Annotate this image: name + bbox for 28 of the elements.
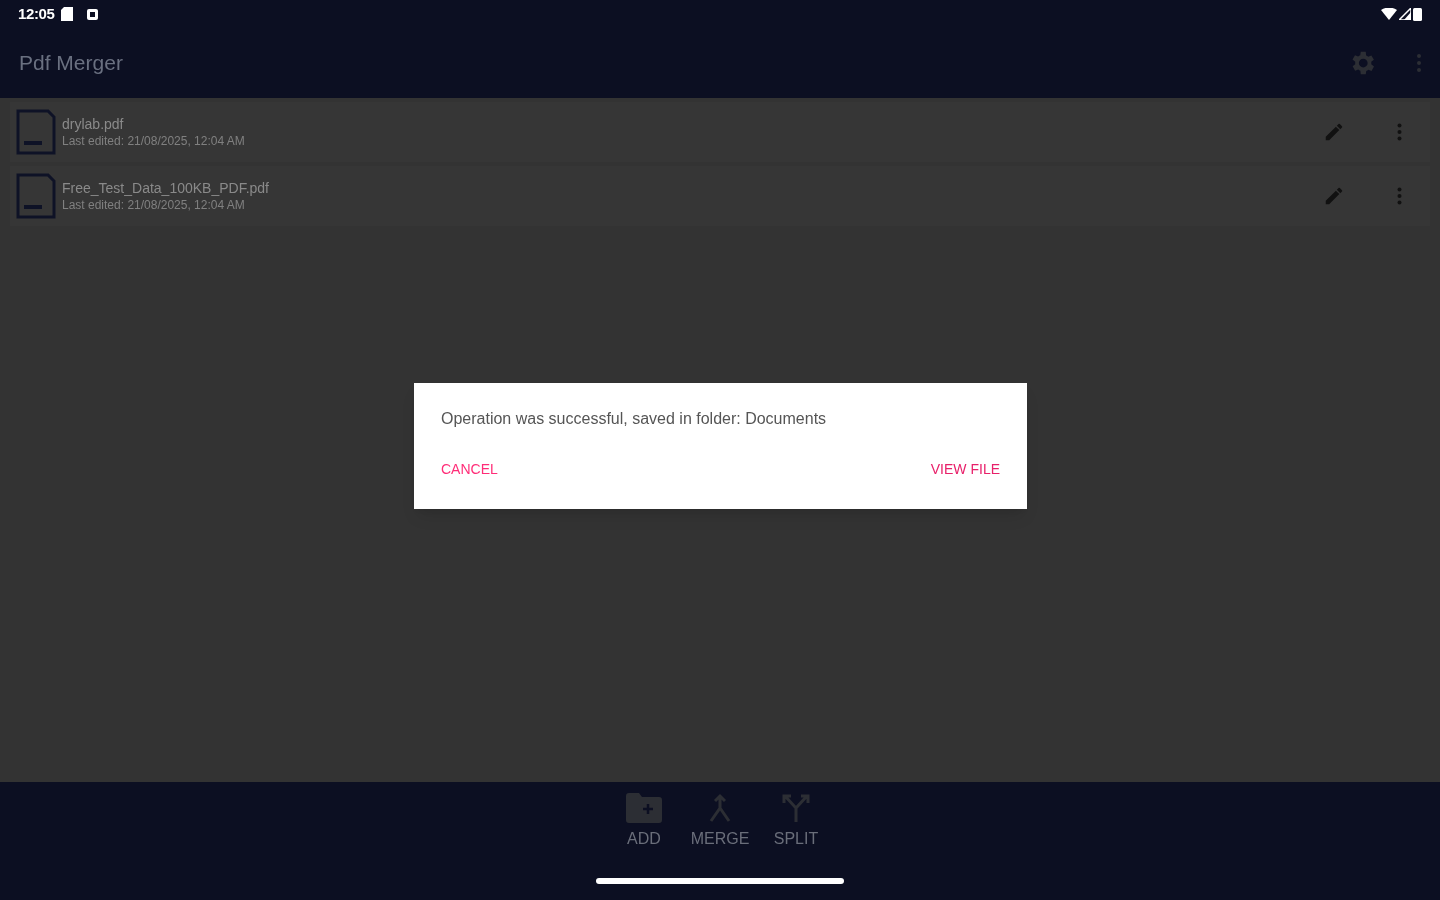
pencil-icon[interactable] <box>1323 121 1345 143</box>
file-name: Free_Test_Data_100KB_PDF.pdf <box>62 179 270 197</box>
file-name: drylab.pdf <box>62 115 125 133</box>
pdf-file-icon <box>16 109 56 155</box>
file-date: Last edited: 21/08/2025, 12:04 AM <box>62 197 246 213</box>
folder-plus-icon <box>626 793 662 823</box>
file-date: Last edited: 21/08/2025, 12:04 AM <box>62 133 246 149</box>
split-icon <box>781 793 811 823</box>
more-icon[interactable] <box>1417 54 1421 72</box>
cancel-button[interactable]: CANCEL <box>441 459 498 480</box>
signal-icon <box>1399 8 1411 20</box>
gesture-bar[interactable] <box>596 878 844 884</box>
merge-icon <box>708 793 732 823</box>
pencil-icon[interactable] <box>1323 185 1345 207</box>
nav-item[interactable]: SPLIT <box>760 793 832 851</box>
view-file-button[interactable]: VIEW FILE <box>930 459 1000 480</box>
status-time: 12:05 <box>18 3 55 24</box>
app-title: Pdf Merger <box>19 50 124 77</box>
battery-icon <box>1413 7 1422 21</box>
more-icon[interactable] <box>1397 123 1402 141</box>
notification-icon <box>86 8 98 20</box>
pdf-file-icon <box>16 173 56 219</box>
dialog-message: Operation was successful, saved in folder: Documents <box>441 409 828 429</box>
sd-card-icon <box>60 7 73 21</box>
more-icon[interactable] <box>1397 187 1402 205</box>
wifi-icon <box>1381 8 1397 20</box>
nav-item[interactable]: ADD <box>608 793 680 851</box>
nav-item[interactable]: MERGE <box>684 793 756 851</box>
